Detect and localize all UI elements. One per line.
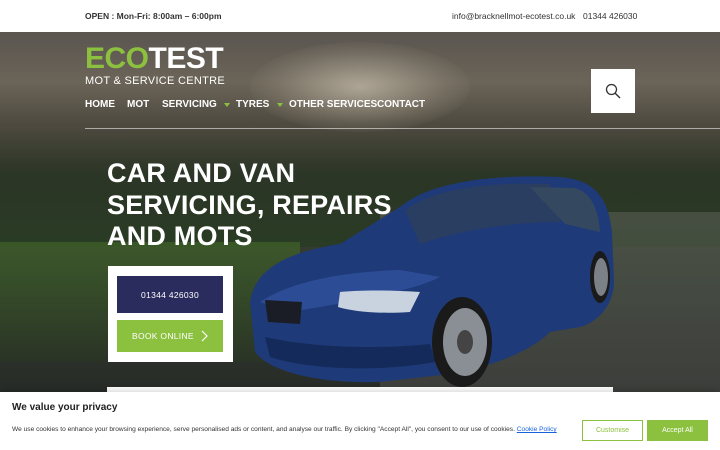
nav-item-contact[interactable]: CONTACT <box>377 99 425 110</box>
dropdown-caret-icon <box>277 102 283 107</box>
nav-item-other-services[interactable]: OTHER SERVICES <box>277 99 377 110</box>
book-online-button[interactable]: BOOK ONLINE <box>117 320 223 352</box>
dropdown-caret-icon <box>224 102 230 107</box>
logo-eco-text: ECO <box>85 42 149 75</box>
search-button[interactable] <box>591 69 635 113</box>
nav-item-home[interactable]: HOME <box>85 99 115 110</box>
logo-test-text: TEST <box>148 42 224 75</box>
hero-headline: CAR AND VAN SERVICING, REPAIRS AND MOTS <box>107 158 392 251</box>
search-icon <box>605 83 621 99</box>
cookie-banner: We value your privacy We use cookies to … <box>0 392 720 450</box>
call-button[interactable]: 01344 426030 <box>117 276 223 313</box>
nav-item-mot[interactable]: MOT <box>127 99 149 110</box>
header-divider <box>85 128 720 129</box>
logo-tagline: MOT & SERVICE CENTRE <box>85 75 226 87</box>
cta-panel: 01344 426030 BOOK ONLINE <box>108 266 233 362</box>
cookie-policy-link[interactable]: Cookie Policy <box>517 426 557 433</box>
customise-button[interactable]: Customise <box>582 420 643 441</box>
cookie-title: We value your privacy <box>12 402 118 413</box>
site-logo[interactable]: ECOTEST MOT & SERVICE CENTRE <box>85 42 226 88</box>
nav-item-servicing[interactable]: SERVICING <box>162 99 217 110</box>
phone-link[interactable]: 01344 426030 <box>583 11 637 21</box>
top-info-bar: OPEN : Mon-Fri: 8:00am – 6:00pm info@bra… <box>0 0 720 32</box>
email-link[interactable]: info@bracknellmot-ecotest.co.uk <box>452 11 575 21</box>
chevron-right-icon <box>201 330 208 342</box>
opening-hours: OPEN : Mon-Fri: 8:00am – 6:00pm <box>85 11 222 21</box>
nav-item-tyres[interactable]: TYRES <box>224 99 269 110</box>
cookie-message: We use cookies to enhance your browsing … <box>12 426 557 433</box>
accept-all-button[interactable]: Accept All <box>647 420 708 441</box>
